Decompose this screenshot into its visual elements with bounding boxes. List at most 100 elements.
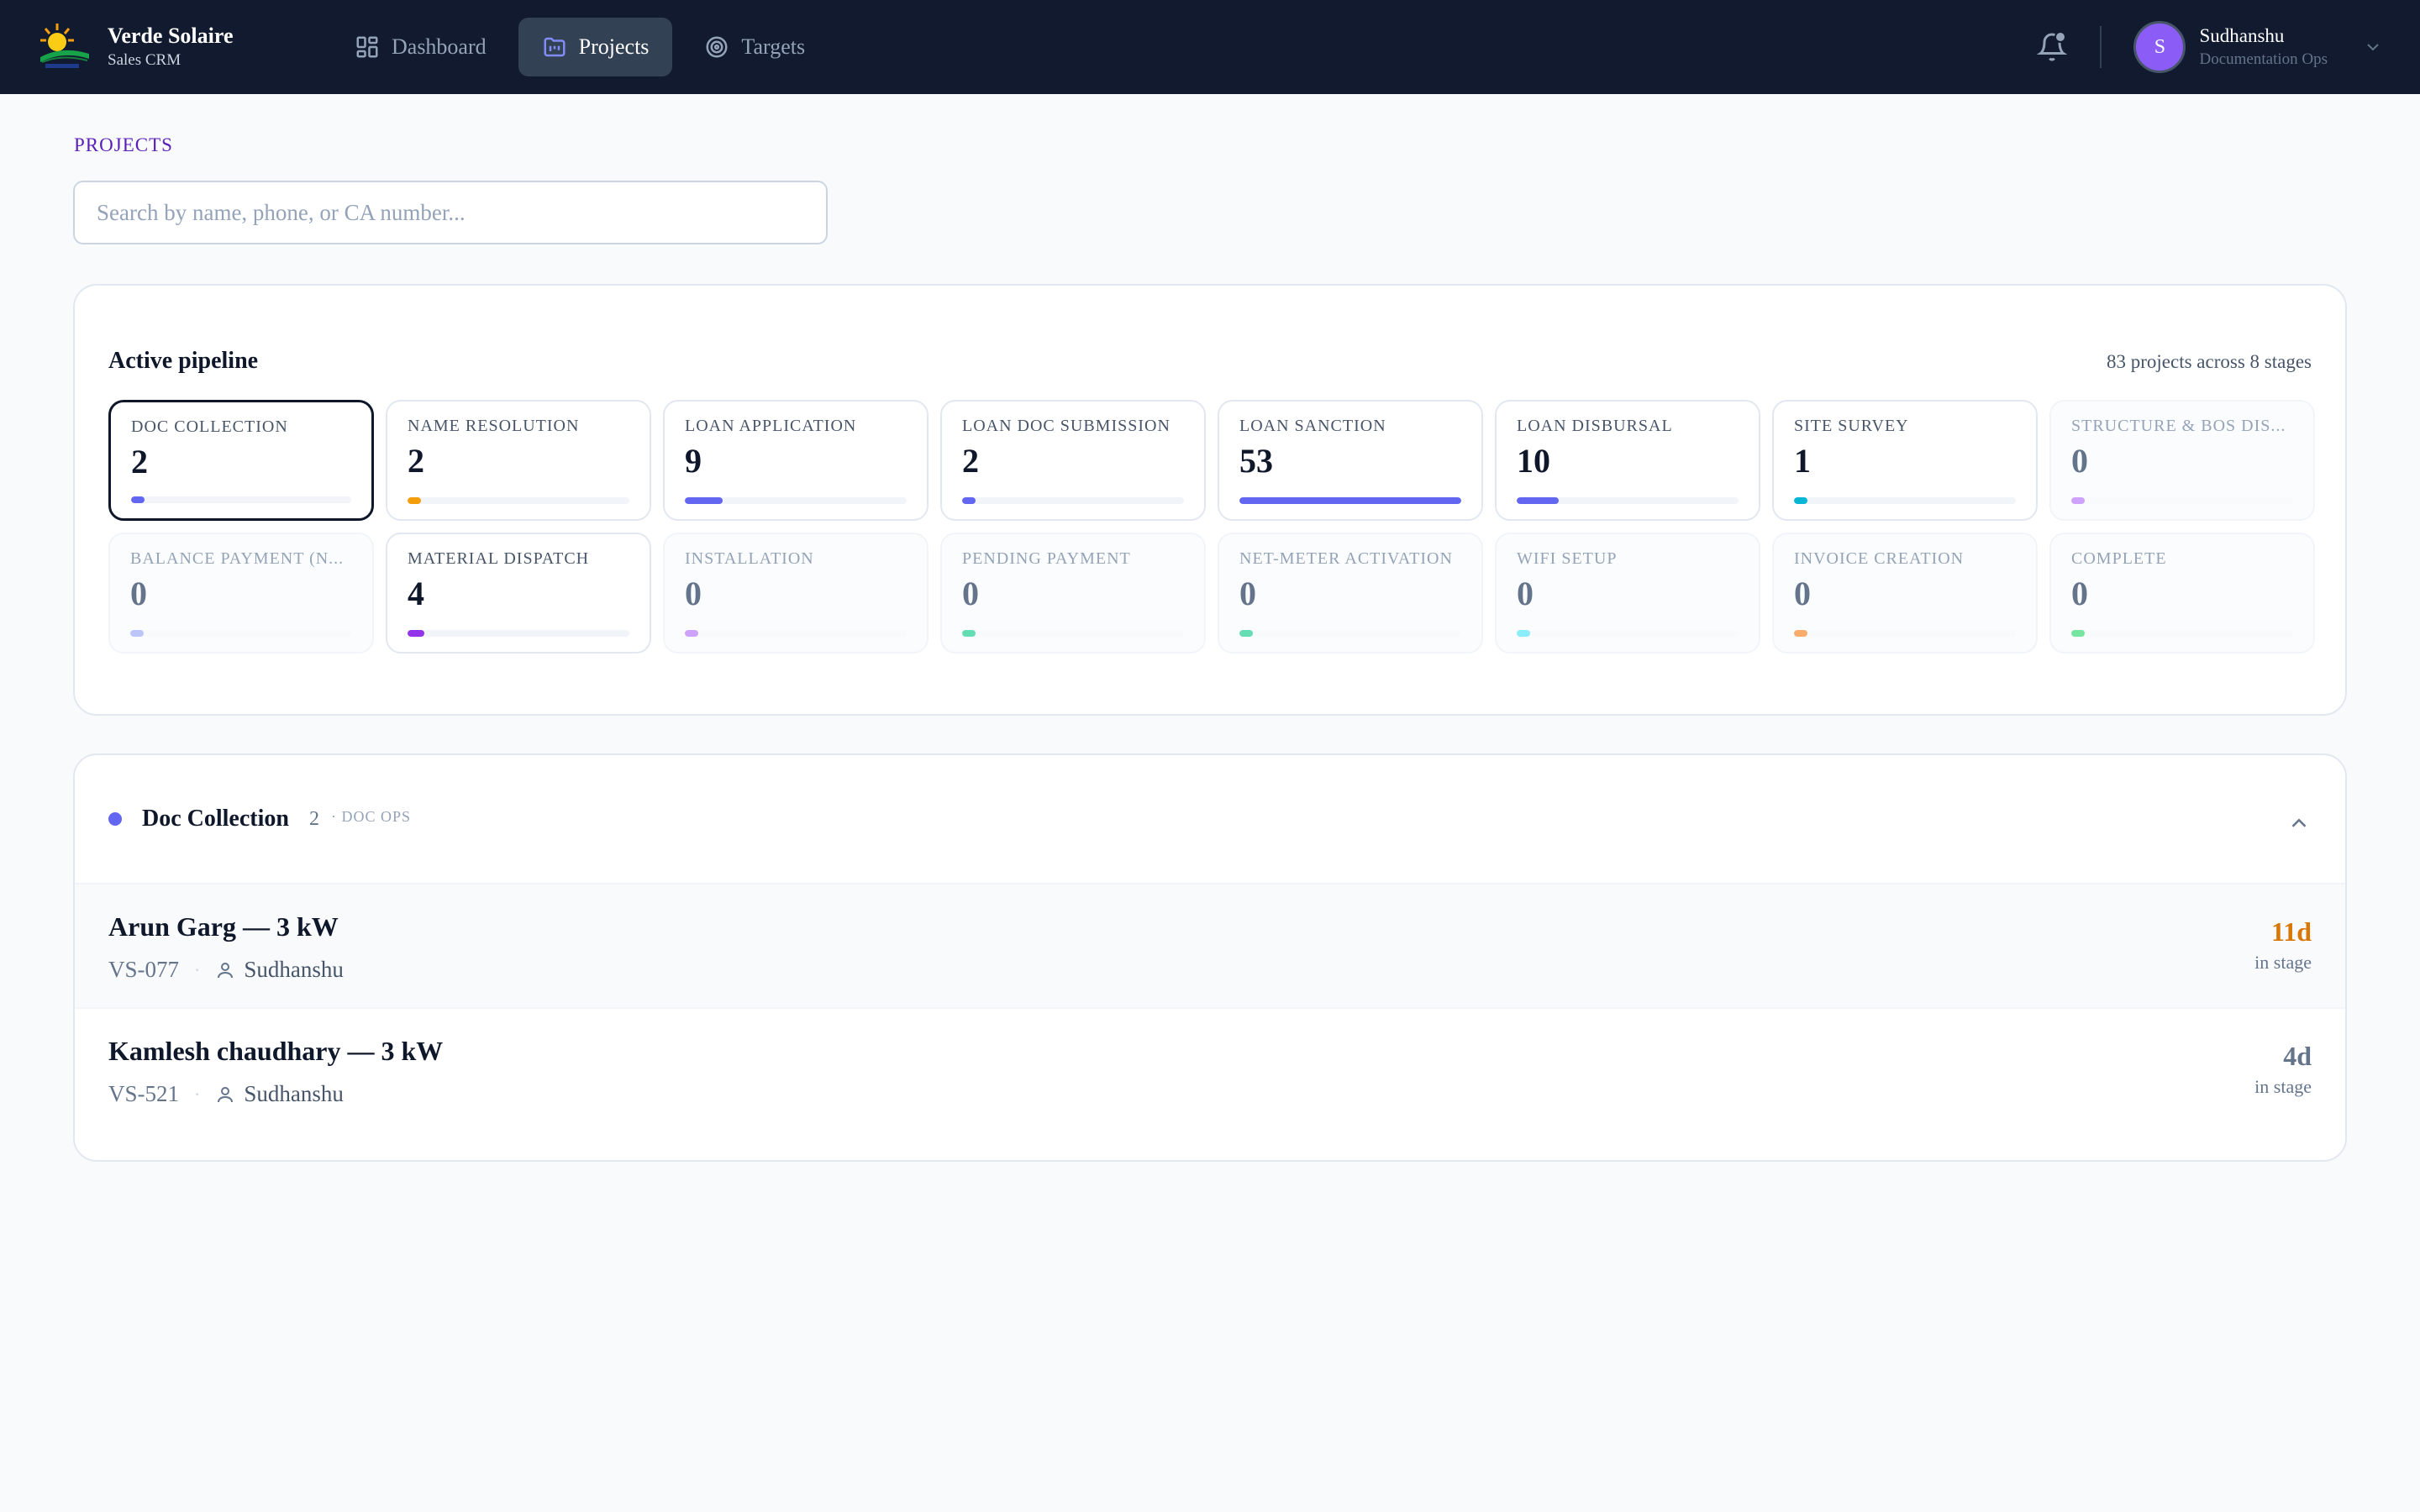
stage-progress-fill [685,497,723,504]
search-input[interactable] [73,181,828,244]
stage-progress-track [685,630,907,637]
folder-kanban-icon [544,37,566,57]
nav-dashboard-label: Dashboard [392,34,487,59]
stage-progress-fill [962,497,976,504]
stage-progress-track [1517,497,1739,504]
nav-projects-label: Projects [578,34,650,59]
stage-label: LOAN APPLICATION [685,417,857,435]
notifications-button[interactable] [2031,26,2073,68]
stage-tile[interactable]: WIFI SETUP 0 [1495,533,1760,654]
app-subtitle: Sales CRM [108,51,182,69]
stage-label: LOAN SANCTION [1239,417,1386,435]
project-title: Kamlesh chaudhary — 3 kW [108,1036,444,1066]
stage-label: COMPLETE [2071,549,2167,568]
stage-progress-fill [1239,630,1253,637]
stage-tile[interactable]: INVOICE CREATION 0 [1772,533,2038,654]
stage-progress-track [2071,630,2293,637]
divider [2100,26,2102,68]
meta-separator: · [194,1083,201,1105]
project-owner: Sudhanshu [244,1081,344,1106]
group-team-tag: · DOC OPS [330,807,411,825]
nav-targets[interactable]: Targets [681,18,829,76]
user-icon [218,962,234,978]
stage-tile[interactable]: LOAN APPLICATION 9 [663,400,929,521]
stage-progress-track [1239,497,1461,504]
stage-tile[interactable]: SITE SURVEY 1 [1772,400,2038,521]
stage-label: LOAN DOC SUBMISSION [962,417,1171,435]
stage-tile[interactable]: COMPLETE 0 [2049,533,2315,654]
days-label: in stage [2254,1076,2312,1097]
dashboard-grid-icon [356,36,378,58]
stage-tile[interactable]: LOAN DOC SUBMISSION 2 [940,400,1206,521]
stage-group-card: Doc Collection 2 · DOC OPS Arun Garg — 3… [73,753,2347,1162]
stage-tile[interactable]: INSTALLATION 0 [663,533,929,654]
stage-tile[interactable]: NAME RESOLUTION 2 [386,400,651,521]
stage-label: MATERIAL DISPATCH [408,549,590,568]
stage-count: 2 [408,442,424,480]
stage-count: 0 [685,575,702,612]
stage-tile[interactable]: NET-METER ACTIVATION 0 [1218,533,1483,654]
group-title: Doc Collection [142,806,289,832]
stage-progress-track [408,497,629,504]
pipeline-title: Active pipeline [108,348,259,374]
stage-count: 2 [131,443,148,480]
stage-label: WIFI SETUP [1517,549,1618,568]
stage-count: 10 [1517,442,1550,480]
stage-tile[interactable]: LOAN SANCTION 53 [1218,400,1483,521]
stage-progress-fill [131,496,145,503]
stage-progress-track [1794,630,2016,637]
app-name: Verde Solaire [108,24,234,48]
stage-progress-track [131,496,351,503]
stage-label: BALANCE PAYMENT (N... [130,549,345,568]
stage-progress-fill [1239,497,1461,504]
project-row[interactable]: Arun Garg — 3 kW VS-077 · Sudhanshu 11d … [75,883,2345,1009]
stage-progress-fill [2071,630,2085,637]
days-in-stage: 11d [2270,916,2312,947]
stage-progress-track [1239,630,1461,637]
days-in-stage: 4d [2283,1041,2312,1071]
stage-count: 0 [2071,442,2088,480]
days-label: in stage [2254,952,2312,973]
stage-tile[interactable]: BALANCE PAYMENT (N... 0 [108,533,374,654]
stage-count: 2 [962,442,979,480]
pipeline-summary: 83 projects across 8 stages [2107,351,2312,372]
brand[interactable]: Verde Solaire Sales CRM [37,20,306,74]
nav-projects[interactable]: Projects [518,18,673,76]
stage-tile[interactable]: STRUCTURE & BOS DIS... 0 [2049,400,2315,521]
main-nav: Dashboard Projects Targets [331,18,829,76]
stage-progress-fill [1517,497,1559,504]
group-count: 2 [308,807,319,830]
stage-progress-track [2071,497,2293,504]
stage-progress-track [962,630,1184,637]
stage-progress-fill [408,630,424,637]
project-owner: Sudhanshu [244,957,344,982]
nav-targets-label: Targets [741,34,806,59]
stage-progress-fill [1517,630,1530,637]
stage-count: 0 [2071,575,2088,612]
stage-label: INSTALLATION [685,549,814,568]
stage-label: NET-METER ACTIVATION [1239,549,1453,568]
stage-count: 0 [1517,575,1534,612]
project-row[interactable]: Kamlesh chaudhary — 3 kW VS-521 · Sudhan… [75,1009,2345,1135]
stage-progress-track [1794,497,2016,504]
stage-label: SITE SURVEY [1794,417,1909,435]
stage-progress-fill [1794,630,1807,637]
pipeline-card: Active pipeline 83 projects across 8 sta… [73,284,2347,716]
stage-progress-fill [130,630,144,637]
stage-progress-fill [1794,497,1807,504]
stage-tile[interactable]: MATERIAL DISPATCH 4 [386,533,651,654]
stage-count: 9 [685,442,702,480]
nav-dashboard[interactable]: Dashboard [331,18,510,76]
chevron-up-icon[interactable] [2286,811,2312,836]
stage-tile[interactable]: PENDING PAYMENT 0 [940,533,1206,654]
stage-tile[interactable]: LOAN DISBURSAL 10 [1495,400,1760,521]
time-in-stage: 11d in stage [2254,915,2312,974]
stage-tile[interactable]: DOC COLLECTION 2 [108,400,374,521]
user-menu[interactable]: S Sudhanshu Documentation Ops [2133,21,2383,73]
top-navbar: Verde Solaire Sales CRM Dashboard Projec… [0,0,2420,94]
stage-progress-fill [962,630,976,637]
stage-label: STRUCTURE & BOS DIS... [2071,417,2286,435]
user-name: Sudhanshu [2199,25,2285,46]
top-right-controls: S Sudhanshu Documentation Ops [2031,21,2383,73]
project-meta: VS-077 · Sudhanshu [108,957,344,983]
